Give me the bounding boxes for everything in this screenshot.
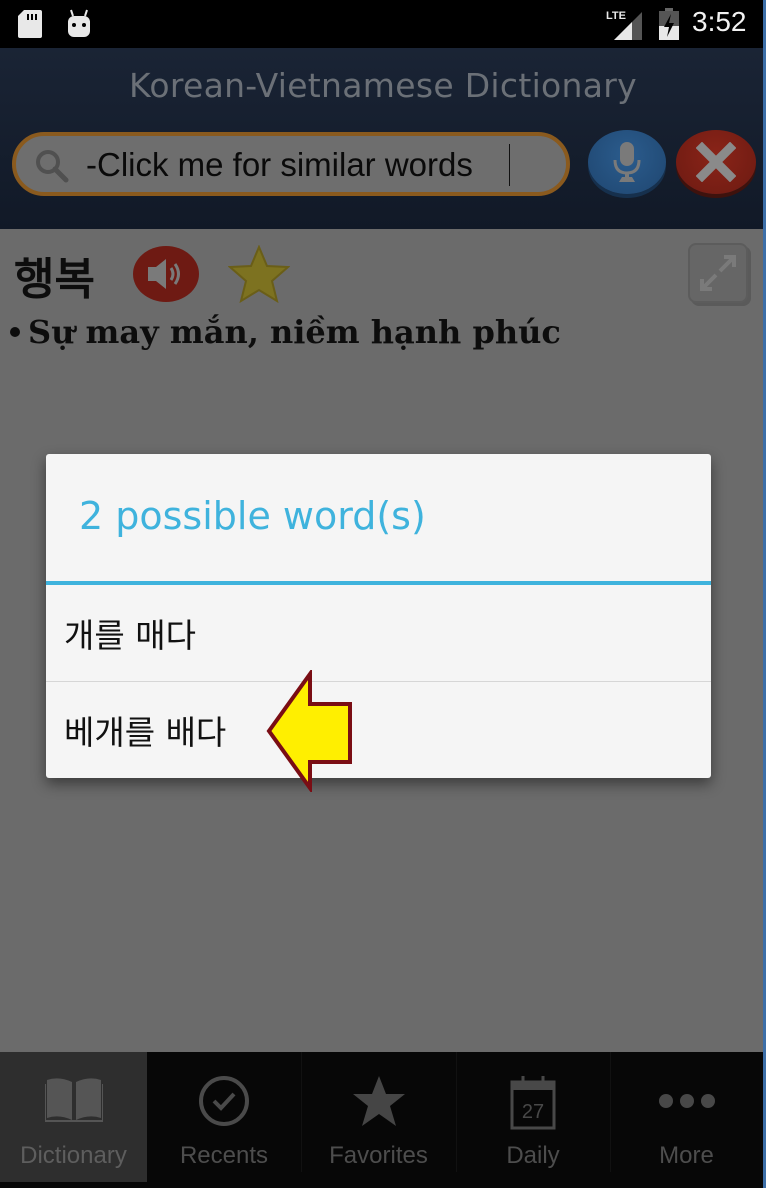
voice-search-button[interactable] [588, 130, 666, 194]
bullet [10, 326, 20, 337]
pronounce-button[interactable] [133, 246, 199, 302]
annotation-arrow-icon [266, 670, 352, 792]
clock-check-icon [199, 1076, 249, 1126]
book-icon [44, 1078, 103, 1122]
tab-recents[interactable]: Recents [147, 1052, 301, 1182]
microphone-icon [613, 142, 641, 182]
calendar-icon: 27 [510, 1076, 556, 1130]
tab-daily[interactable]: 27 Daily [456, 1052, 610, 1182]
list-item-label: 베개를 배다 [64, 713, 227, 752]
tab-favorites[interactable]: Favorites [301, 1052, 456, 1182]
android-debug-icon [68, 9, 90, 37]
star-icon [352, 1076, 405, 1126]
expand-icon [700, 255, 736, 291]
definition-text: Sự may mắn, niềm hạnh phúc [28, 313, 561, 351]
tab-label: Daily [506, 1142, 560, 1169]
tab-label: Recents [179, 1142, 269, 1169]
dialog-title: 2 possible word(s) [79, 494, 426, 538]
definition: Sự may mắn, niềm hạnh phúc [10, 313, 561, 351]
favorite-star-icon[interactable] [228, 245, 290, 303]
lte-signal-icon: LTE [606, 10, 642, 40]
speaker-icon [148, 259, 180, 289]
tab-label: More [659, 1142, 714, 1169]
clear-search-button[interactable] [676, 130, 756, 194]
dialog-list-item[interactable]: 개를 매다 [46, 585, 711, 681]
svg-text:27: 27 [522, 1101, 544, 1123]
tab-dictionary[interactable]: Dictionary [0, 1052, 147, 1182]
search-icon [36, 150, 69, 183]
tab-label: Dictionary [20, 1142, 127, 1169]
expand-button[interactable] [688, 243, 748, 303]
tab-more[interactable]: More [610, 1052, 763, 1182]
dialog-list-item[interactable]: 베개를 배다 [46, 682, 711, 778]
app-title: Korean-Vietnamese Dictionary [129, 66, 637, 105]
more-dots-icon [658, 1094, 715, 1108]
sd-card-icon [18, 10, 42, 38]
status-bar: LTE 3:52 [0, 0, 766, 48]
list-item-label: 개를 매다 [64, 616, 196, 655]
battery-charging-icon [659, 8, 679, 40]
search-input[interactable] [86, 142, 556, 188]
bottom-navigation: Dictionary Recents Favorites 27 Daily Mo… [0, 1052, 766, 1188]
search-box[interactable] [12, 132, 570, 196]
svg-text:LTE: LTE [606, 10, 626, 22]
app-header: Korean-Vietnamese Dictionary [0, 48, 766, 229]
close-icon [696, 142, 736, 182]
text-cursor [509, 144, 510, 186]
tab-label: Favorites [329, 1142, 428, 1169]
similar-words-dialog: 2 possible word(s) 개를 매다 베개를 배다 [46, 454, 711, 778]
clock: 3:52 [692, 6, 747, 37]
headword: 행복 [14, 254, 95, 305]
